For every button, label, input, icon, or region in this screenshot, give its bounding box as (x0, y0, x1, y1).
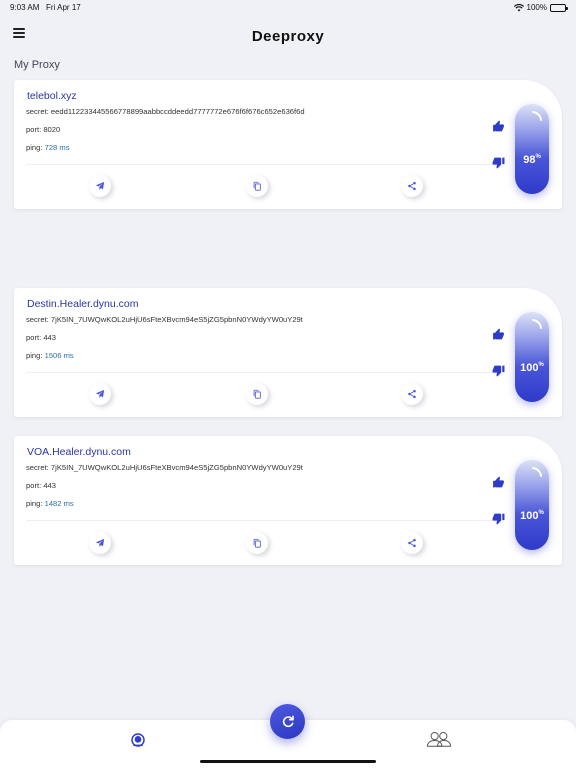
thumbs-down-button[interactable] (489, 153, 507, 171)
proxy-port: port: 8020 (26, 125, 60, 134)
secret-value: 7jK5IN_7UWQwKOL2uHjU6sFteXBvcm94eS5jZG5p… (50, 315, 303, 324)
share-icon (408, 538, 416, 548)
ping-value: 1506 ms (44, 351, 74, 360)
battery-icon (550, 3, 568, 12)
thumbs-down-icon (492, 513, 504, 524)
share-icon (408, 389, 416, 399)
header: Deeproxy (0, 22, 576, 52)
telegram-connect-button[interactable] (89, 532, 111, 554)
ping-label: ping: (26, 499, 43, 508)
share-button[interactable] (401, 532, 423, 554)
refresh-button[interactable] (270, 704, 305, 739)
share-icon (408, 181, 416, 191)
thumbs-up-button[interactable] (489, 473, 507, 491)
divider (26, 372, 496, 373)
proxy-secret: secret: 7jK5IN_7UWQwKOL2uHjU6sFteXBvcm94… (26, 463, 303, 472)
wifi-icon (513, 3, 524, 11)
thumbs-up-icon (492, 328, 504, 339)
ping-label: ping: (26, 143, 43, 152)
status-right: 100% (513, 3, 568, 12)
section-title: My Proxy (14, 59, 60, 71)
share-button[interactable] (401, 383, 423, 405)
score-number: 98 (523, 154, 536, 166)
refresh-icon (282, 715, 294, 727)
score-value: 98% (515, 154, 549, 166)
proxy-card: telebol.xyz secret: eedd1122334455667788… (14, 80, 562, 209)
proxy-card: Destin.Healer.dynu.com secret: 7jK5IN_7U… (14, 288, 562, 417)
port-value: 443 (43, 481, 56, 490)
proxy-host[interactable]: Destin.Healer.dynu.com (27, 298, 138, 310)
telegram-connect-button[interactable] (89, 383, 111, 405)
thumbs-down-button[interactable] (489, 509, 507, 527)
score-gauge: 98% (515, 104, 549, 194)
thumbs-up-icon (492, 476, 504, 487)
status-bar: 9:03 AM Fri Apr 17 100% (0, 0, 576, 14)
telegram-connect-button[interactable] (89, 175, 111, 197)
thumbs-down-button[interactable] (489, 361, 507, 379)
thumbs-up-icon (492, 120, 504, 131)
proxy-ping: ping: 728 ms (26, 143, 70, 152)
ping-value: 728 ms (44, 143, 70, 152)
score-gauge: 100% (515, 312, 549, 402)
home-indicator[interactable] (200, 760, 376, 763)
proxy-host[interactable]: telebol.xyz (27, 90, 77, 102)
proxy-card: VOA.Healer.dynu.com secret: 7jK5IN_7UWQw… (14, 436, 562, 565)
battery-percent: 100% (526, 3, 547, 12)
app-title: Deeproxy (251, 28, 325, 45)
proxy-host[interactable]: VOA.Healer.dynu.com (27, 446, 131, 458)
port-value: 8020 (43, 125, 61, 134)
copy-icon (253, 538, 261, 548)
port-value: 443 (43, 333, 56, 342)
ping-value: 1482 ms (44, 499, 74, 508)
proxy-tab-icon[interactable] (130, 732, 146, 748)
proxy-ping: ping: 1506 ms (26, 351, 74, 360)
share-button[interactable] (401, 175, 423, 197)
thumbs-up-button[interactable] (489, 325, 507, 343)
copy-icon (253, 389, 261, 399)
gauge-arc-icon (532, 319, 542, 329)
proxy-secret: secret: 7jK5IN_7UWQwKOL2uHjU6sFteXBvcm94… (26, 315, 303, 324)
proxy-ping: ping: 1482 ms (26, 499, 74, 508)
secret-label: secret: (26, 315, 49, 324)
score-number: 100 (520, 510, 539, 522)
port-label: port: (26, 125, 42, 134)
gauge-arc-icon (532, 467, 542, 477)
status-time: 9:03 AM Fri Apr 17 (10, 3, 81, 12)
secret-value: eedd112233445566778899aabbccddeedd777777… (50, 107, 305, 116)
friends-tab-icon[interactable] (426, 730, 452, 748)
copy-icon (253, 181, 261, 191)
thumbs-down-icon (492, 157, 504, 168)
gauge-arc-icon (532, 111, 542, 121)
score-gauge: 100% (515, 460, 549, 550)
copy-button[interactable] (246, 383, 268, 405)
score-number: 100 (520, 362, 539, 374)
port-label: port: (26, 481, 42, 490)
telegram-icon (95, 538, 105, 547)
proxy-port: port: 443 (26, 481, 56, 490)
secret-label: secret: (26, 107, 49, 116)
ping-label: ping: (26, 351, 43, 360)
divider (26, 164, 496, 165)
score-unit: % (538, 510, 544, 516)
status-date: Fri Apr 17 (46, 3, 81, 12)
thumbs-up-button[interactable] (489, 117, 507, 135)
score-unit: % (535, 154, 541, 160)
proxy-secret: secret: eedd112233445566778899aabbccddee… (26, 107, 305, 116)
telegram-icon (95, 389, 105, 398)
proxy-port: port: 443 (26, 333, 56, 342)
secret-label: secret: (26, 463, 49, 472)
status-time-text: 9:03 AM (10, 3, 40, 12)
telegram-icon (95, 181, 105, 190)
score-value: 100% (515, 362, 549, 374)
secret-value: 7jK5IN_7UWQwKOL2uHjU6sFteXBvcm94eS5jZG5p… (50, 463, 303, 472)
divider (26, 520, 496, 521)
thumbs-down-icon (492, 365, 504, 376)
copy-button[interactable] (246, 175, 268, 197)
score-unit: % (538, 362, 544, 368)
copy-button[interactable] (246, 532, 268, 554)
score-value: 100% (515, 510, 549, 522)
port-label: port: (26, 333, 42, 342)
